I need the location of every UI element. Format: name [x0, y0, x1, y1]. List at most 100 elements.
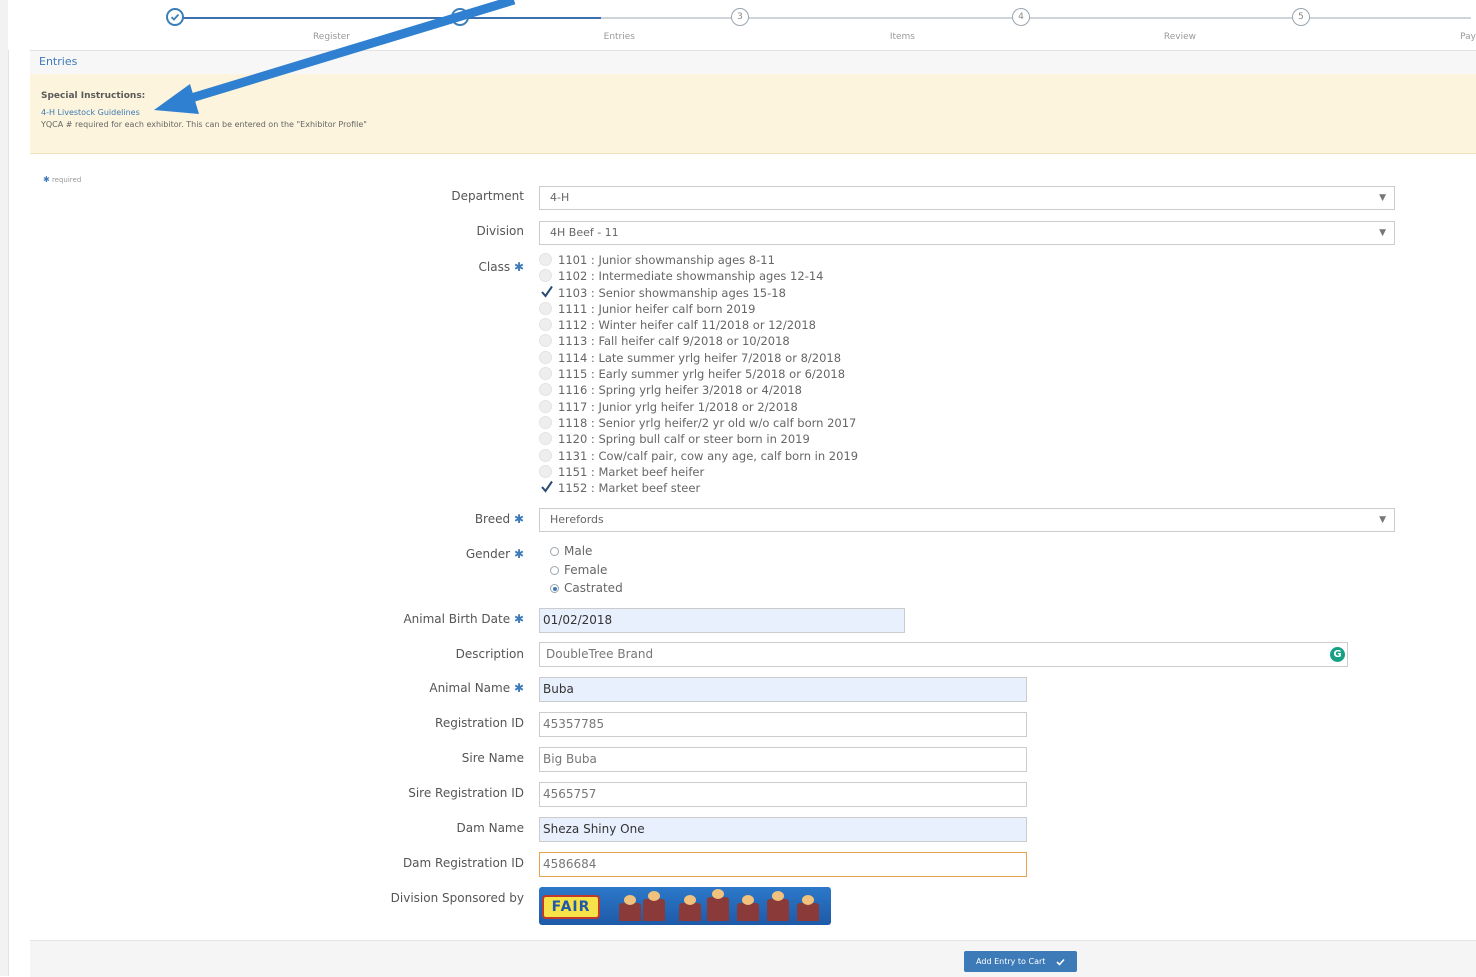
checkbox-icon [539, 383, 552, 397]
step-register[interactable]: Register [130, 8, 350, 42]
checkbox-icon [539, 318, 552, 332]
sire-registration-id-input[interactable]: 4565757 [539, 782, 1027, 807]
breed-select[interactable]: Herefords ▼ [539, 508, 1395, 532]
birth-date-input[interactable]: 01/02/2018 [539, 608, 905, 633]
class-option-label: 1116 : Spring yrlg heifer 3/2018 or 4/20… [558, 383, 802, 398]
class-option[interactable]: 1120 : Spring bull calf or steer born in… [539, 432, 879, 448]
class-option[interactable]: 1112 : Winter heifer calf 11/2018 or 12/… [539, 318, 879, 334]
step-number: 5 [1292, 8, 1310, 26]
gender-option-castrated[interactable]: Castrated [550, 581, 623, 600]
step-entries[interactable]: Entries [415, 8, 635, 42]
dropdown-arrow-icon: ▼ [1379, 228, 1386, 238]
department-select[interactable]: 4-H ▼ [539, 186, 1395, 210]
class-option[interactable]: 1117 : Junior yrlg heifer 1/2018 or 2/20… [539, 399, 879, 416]
checkbox-icon [539, 367, 552, 381]
class-option[interactable]: 1113 : Fall heifer calf 9/2018 or 10/201… [539, 334, 879, 350]
dam-name-label: Dam Name [456, 821, 525, 835]
dam-registration-id-input[interactable]: 4586684 [539, 852, 1027, 877]
class-option[interactable]: 1103 : Senior showmanship ages 15-18 [539, 285, 879, 302]
class-option[interactable]: 1131 : Cow/calf pair, cow any age, calf … [539, 448, 879, 465]
required-legend-text: required [51, 176, 82, 184]
instructions-title: Special Instructions: [41, 91, 146, 101]
class-option[interactable]: 1102 : Intermediate showmanship ages 12-… [539, 269, 879, 285]
performer-figure [619, 895, 641, 921]
breed-label: Breed ✱ [474, 512, 524, 526]
division-select[interactable]: 4H Beef - 11 ▼ [539, 221, 1395, 245]
birth-date-label: Animal Birth Date ✱ [403, 612, 524, 626]
dropdown-arrow-icon: ▼ [1379, 193, 1386, 203]
class-option[interactable]: 1101 : Junior showmanship ages 8-11 [539, 253, 879, 269]
description-textarea[interactable]: DoubleTree Brand G [539, 642, 1348, 667]
class-option-label: 1118 : Senior yrlg heifer/2 yr old w/o c… [558, 415, 857, 430]
checkbox-icon [539, 334, 552, 348]
step-number: 3 [731, 8, 749, 26]
required-asterisk-icon: ✱ [513, 681, 524, 695]
checkbox-icon [539, 415, 552, 429]
class-option[interactable]: 1151 : Market beef heifer [539, 464, 879, 481]
checkbox-icon [539, 432, 552, 446]
checkbox-icon [539, 464, 552, 478]
class-option-label: 1113 : Fall heifer calf 9/2018 or 10/201… [558, 334, 790, 349]
required-asterisk-icon: ✱ [513, 512, 524, 526]
sire-name-input[interactable]: Big Buba [539, 747, 1027, 772]
class-option-label: 1117 : Junior yrlg heifer 1/2018 or 2/20… [558, 399, 798, 414]
gender-option-female[interactable]: Female [550, 563, 623, 582]
checkmark-icon [539, 481, 553, 494]
registration-id-label: Registration ID [435, 716, 524, 730]
step-number: 4 [1012, 8, 1030, 26]
step-label: Pay [1460, 32, 1476, 42]
gender-option-male[interactable]: Male [550, 544, 623, 563]
radio-selected-icon [550, 584, 559, 594]
department-value: 4-H [550, 191, 570, 204]
checkmark-icon [539, 285, 553, 299]
dam-registration-id-label: Dam Registration ID [402, 856, 524, 870]
class-option[interactable]: 1152 : Market beef steer [539, 481, 879, 497]
class-option-label: 1114 : Late summer yrlg heifer 7/2018 or… [558, 350, 842, 365]
checkbox-icon [539, 448, 552, 462]
required-asterisk-icon: ✱ [43, 175, 50, 184]
animal-name-label: Animal Name ✱ [429, 681, 524, 695]
livestock-guidelines-link[interactable]: 4-H Livestock Guidelines [41, 108, 140, 117]
performer-figure [679, 895, 701, 921]
class-option[interactable]: 1111 : Junior heifer calf born 2019 [539, 301, 879, 318]
animal-name-input[interactable]: Buba [539, 677, 1027, 702]
special-instructions: Special Instructions: 4-H Livestock Guid… [30, 74, 1476, 154]
checkbox-icon [539, 253, 552, 266]
progress-stepper: Register Entries 3 Items 4 Review 5 Pay [8, 0, 1476, 50]
step-items[interactable]: 3 Items [695, 8, 915, 42]
required-asterisk-icon: ✱ [513, 260, 524, 274]
checkbox-icon [539, 399, 552, 413]
class-option-label: 1115 : Early summer yrlg heifer 5/2018 o… [558, 367, 846, 382]
sidebar-edge [0, 0, 9, 976]
check-icon [1056, 958, 1065, 966]
step-label: Register [312, 32, 350, 42]
class-option[interactable]: 1118 : Senior yrlg heifer/2 yr old w/o c… [539, 415, 879, 432]
add-entry-to-cart-button[interactable]: Add Entry to Cart [964, 951, 1077, 972]
class-checkbox-list: 1101 : Junior showmanship ages 8-11 1102 … [539, 253, 879, 497]
checkbox-icon [539, 269, 552, 283]
checkbox-icon [539, 350, 552, 364]
class-option[interactable]: 1115 : Early summer yrlg heifer 5/2018 o… [539, 367, 879, 383]
class-option-label: 1152 : Market beef steer [558, 481, 701, 496]
registration-id-input[interactable]: 45357785 [539, 712, 1027, 737]
sponsor-label: Division Sponsored by [390, 891, 524, 905]
step-review[interactable]: 4 Review [976, 8, 1196, 42]
check-icon [166, 8, 184, 26]
radio-icon [550, 547, 559, 556]
required-asterisk-icon: ✱ [513, 612, 524, 626]
fair-logo: FAIR [542, 895, 600, 919]
class-option-label: 1131 : Cow/calf pair, cow any age, calf … [558, 448, 859, 463]
class-option-label: 1120 : Spring bull calf or steer born in… [558, 432, 810, 447]
grammarly-icon[interactable]: G [1330, 647, 1345, 662]
class-option[interactable]: 1114 : Late summer yrlg heifer 7/2018 or… [539, 350, 879, 367]
check-icon [451, 8, 469, 26]
sire-registration-id-label: Sire Registration ID [408, 786, 524, 800]
class-option[interactable]: 1116 : Spring yrlg heifer 3/2018 or 4/20… [539, 383, 879, 399]
class-option-label: 1112 : Winter heifer calf 11/2018 or 12/… [558, 318, 816, 333]
performer-figure [797, 895, 819, 921]
step-pay[interactable]: 5 Pay [1256, 8, 1476, 42]
dam-name-input[interactable]: Sheza Shiny One [539, 817, 1027, 842]
panel-title: Entries [39, 55, 78, 68]
stepper-progress-line [175, 17, 601, 19]
dropdown-arrow-icon: ▼ [1379, 515, 1386, 525]
